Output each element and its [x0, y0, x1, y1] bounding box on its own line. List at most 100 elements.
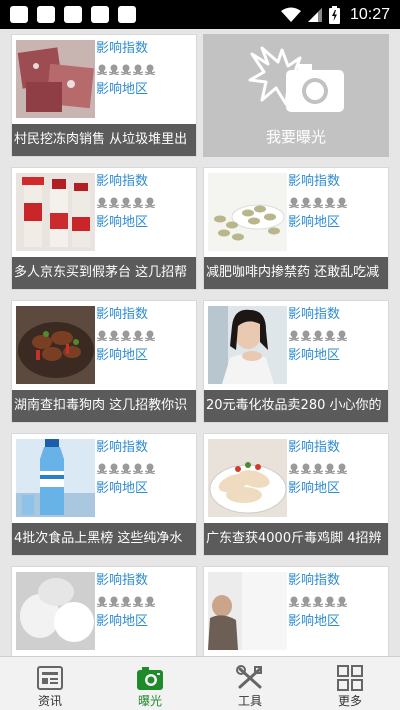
skull-icon: [325, 330, 335, 341]
skull-icon: [133, 596, 143, 607]
skull-icon: [121, 463, 131, 474]
skull-icon: [337, 596, 347, 607]
white-items-image: [16, 572, 95, 650]
news-card[interactable]: 影响指数 影响地区 广东查获4000斤毒鸡脚 4招辨: [203, 433, 389, 556]
skull-icon: [97, 64, 107, 75]
impact-rating: [96, 325, 196, 346]
impact-region-label: 影响地区: [288, 348, 341, 363]
stewed-meat-image: [16, 306, 95, 384]
impact-index-label: 影响指数: [288, 307, 341, 322]
expose-button[interactable]: 我要曝光: [203, 34, 389, 157]
skull-icon: [325, 463, 335, 474]
skull-icon: [145, 596, 155, 607]
news-card[interactable]: 影响指数 影响地区 4批次食品上黑榜 这些纯净水: [11, 433, 197, 556]
impact-rating: [288, 458, 388, 479]
nav-more[interactable]: 更多: [300, 657, 400, 710]
skull-icon: [133, 197, 143, 208]
skull-icon: [313, 463, 323, 474]
news-caption: 减肥咖啡内掺禁药 还敢乱吃减: [204, 257, 388, 289]
status-time: 10:27: [349, 5, 390, 23]
skull-icon: [97, 197, 107, 208]
grid-icon: [337, 665, 363, 691]
signal-icon: [307, 7, 322, 22]
person-image: [208, 572, 287, 650]
skull-icon: [121, 197, 131, 208]
skull-icon: [97, 330, 107, 341]
nav-tools-label: 工具: [237, 694, 262, 708]
news-grid[interactable]: 影响指数 影响地区 村民挖冻肉销售 从垃圾堆里出 我要曝光 影响指数 影响地区 …: [0, 29, 400, 656]
expose-label: 我要曝光: [265, 128, 326, 146]
status-bar: 10:27: [0, 0, 400, 29]
skull-icon: [325, 197, 335, 208]
bottom-nav: 资讯 曝光 工具 更多: [0, 656, 400, 710]
skull-icon: [289, 197, 299, 208]
nav-tools[interactable]: 工具: [200, 657, 300, 710]
tools-icon: [236, 665, 262, 689]
skull-icon: [121, 64, 131, 75]
skull-icon: [313, 596, 323, 607]
skull-icon: [337, 197, 347, 208]
news-card[interactable]: 影响指数 影响地区 村民挖冻肉销售 从垃圾堆里出: [11, 34, 197, 157]
skull-icon: [133, 64, 143, 75]
impact-region-label: 影响地区: [96, 614, 149, 629]
impact-rating: [288, 591, 388, 612]
skull-icon: [337, 330, 347, 341]
skull-icon: [301, 463, 311, 474]
impact-region-label: 影响地区: [288, 481, 341, 496]
impact-index-label: 影响指数: [96, 440, 149, 455]
skull-icon: [97, 463, 107, 474]
skull-icon: [289, 330, 299, 341]
impact-rating: [96, 192, 196, 213]
skull-icon: [109, 64, 119, 75]
news-card[interactable]: 影响指数 影响地区: [11, 566, 197, 656]
skull-icon: [133, 330, 143, 341]
skull-icon: [301, 596, 311, 607]
news-card[interactable]: 影响指数 影响地区 减肥咖啡内掺禁药 还敢乱吃减: [203, 167, 389, 290]
skull-icon: [145, 197, 155, 208]
impact-index-label: 影响指数: [288, 174, 341, 189]
nav-expose-label: 曝光: [137, 694, 162, 708]
news-caption: 4批次食品上黑榜 这些纯净水: [12, 523, 196, 555]
impact-index-label: 影响指数: [96, 174, 149, 189]
skull-icon: [109, 197, 119, 208]
chicken-feet-image: [208, 439, 287, 517]
nav-news-label: 资讯: [37, 694, 62, 708]
impact-rating: [288, 192, 388, 213]
skull-icon: [289, 596, 299, 607]
news-card[interactable]: 影响指数 影响地区 20元毒化妆品卖280 小心你的: [203, 300, 389, 423]
skull-icon: [121, 330, 131, 341]
skull-icon: [97, 596, 107, 607]
impact-rating: [288, 325, 388, 346]
news-card[interactable]: 影响指数 影响地区 多人京东买到假茅台 这几招帮: [11, 167, 197, 290]
battery-icon: [328, 5, 340, 24]
camera-icon: [137, 667, 163, 690]
skull-icon: [109, 463, 119, 474]
impact-index-label: 影响指数: [288, 440, 341, 455]
pills-image: [208, 173, 287, 251]
skull-icon: [145, 64, 155, 75]
camera-icon: [248, 46, 344, 112]
impact-rating: [96, 458, 196, 479]
news-icon: [37, 666, 63, 690]
impact-region-label: 影响地区: [96, 82, 149, 97]
impact-index-label: 影响指数: [96, 41, 149, 56]
news-caption: 多人京东买到假茅台 这几招帮: [12, 257, 196, 289]
notification-icon: [91, 6, 109, 23]
news-card[interactable]: 影响指数 影响地区: [203, 566, 389, 656]
skull-icon: [313, 330, 323, 341]
news-card[interactable]: 影响指数 影响地区 湖南查扣毒狗肉 这几招教你识: [11, 300, 197, 423]
liquor-bottles-image: [16, 173, 95, 251]
nav-more-label: 更多: [337, 694, 362, 708]
notification-icon: [118, 6, 136, 23]
skull-icon: [145, 330, 155, 341]
skull-icon: [133, 463, 143, 474]
impact-rating: [96, 59, 196, 80]
skull-icon: [337, 463, 347, 474]
nav-news[interactable]: 资讯: [0, 657, 100, 710]
impact-region-label: 影响地区: [96, 215, 149, 230]
frozen-meat-image: [16, 40, 95, 118]
skull-icon: [121, 596, 131, 607]
nav-expose[interactable]: 曝光: [100, 657, 200, 710]
news-caption: 湖南查扣毒狗肉 这几招教你识: [12, 390, 196, 422]
notification-icon: [10, 6, 28, 23]
